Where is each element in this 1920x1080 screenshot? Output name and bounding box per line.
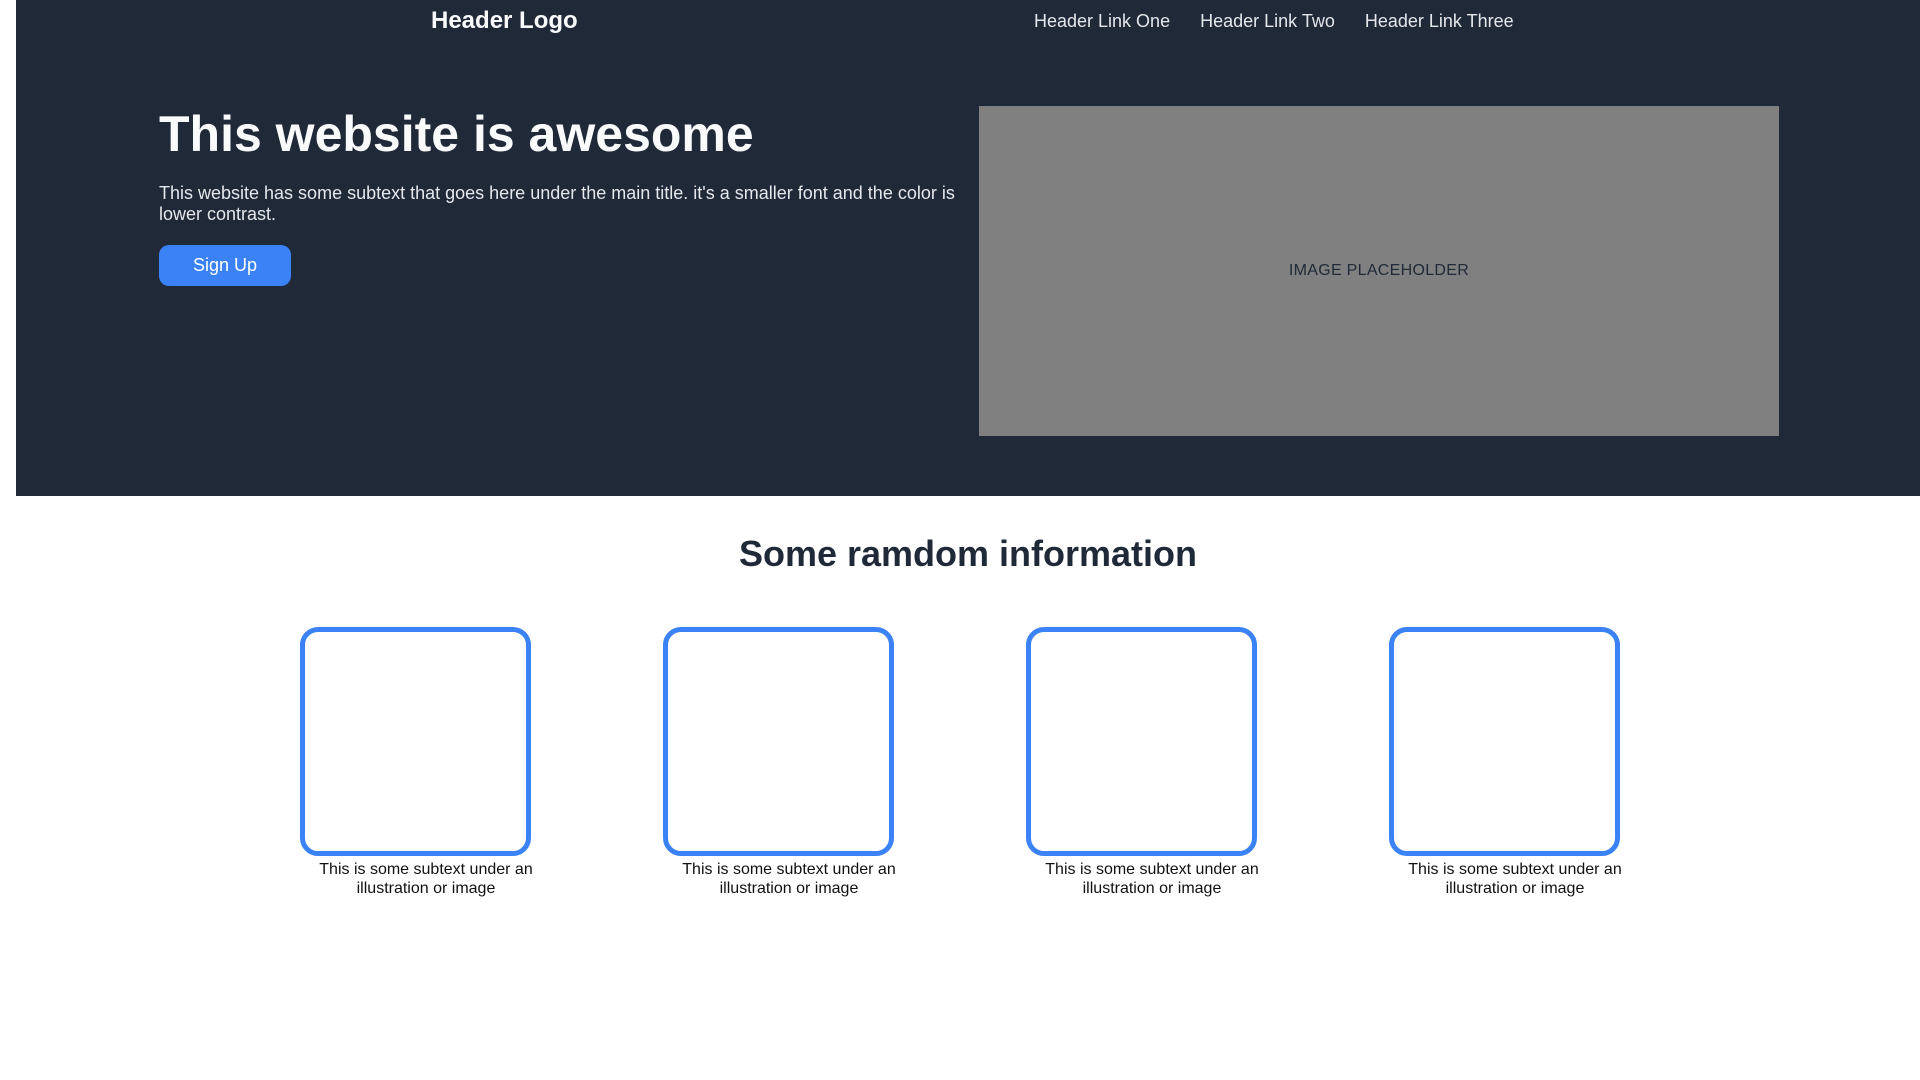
header-link-one[interactable]: Header Link One [1034,11,1170,32]
feature-caption: This is some subtext under an illustrati… [1408,861,1622,897]
illustration-frame [1389,627,1620,856]
sign-up-button[interactable]: Sign Up [159,245,291,286]
feature-card: This is some subtext under an illustrati… [300,627,533,898]
header-link-two[interactable]: Header Link Two [1200,11,1335,32]
header-logo[interactable]: Header Logo [431,7,578,35]
image-placeholder-label: IMAGE PLACEHOLDER [1288,262,1470,279]
hero-title: This website is awesome [159,106,754,162]
feature-card: This is some subtext under an illustrati… [1389,627,1622,898]
hero-section: Header Logo Header Link One Header Link … [16,0,1920,496]
feature-caption: This is some subtext under an illustrati… [1045,861,1259,897]
illustration-frame [663,627,894,856]
header-link-three[interactable]: Header Link Three [1365,11,1514,32]
feature-card: This is some subtext under an illustrati… [663,627,896,898]
hero-subtitle: This website has some subtext that goes … [159,183,955,224]
illustration-frame [1026,627,1257,856]
feature-caption: This is some subtext under an illustrati… [682,861,896,897]
section-title: Some ramdom information [738,533,1198,574]
header-nav: Header Logo Header Link One Header Link … [16,0,1920,44]
feature-caption: This is some subtext under an illustrati… [319,861,533,897]
feature-card: This is some subtext under an illustrati… [1026,627,1259,898]
image-placeholder: IMAGE PLACEHOLDER [979,106,1779,436]
header-links: Header Link One Header Link Two Header L… [1034,11,1514,32]
illustration-frame [300,627,531,856]
